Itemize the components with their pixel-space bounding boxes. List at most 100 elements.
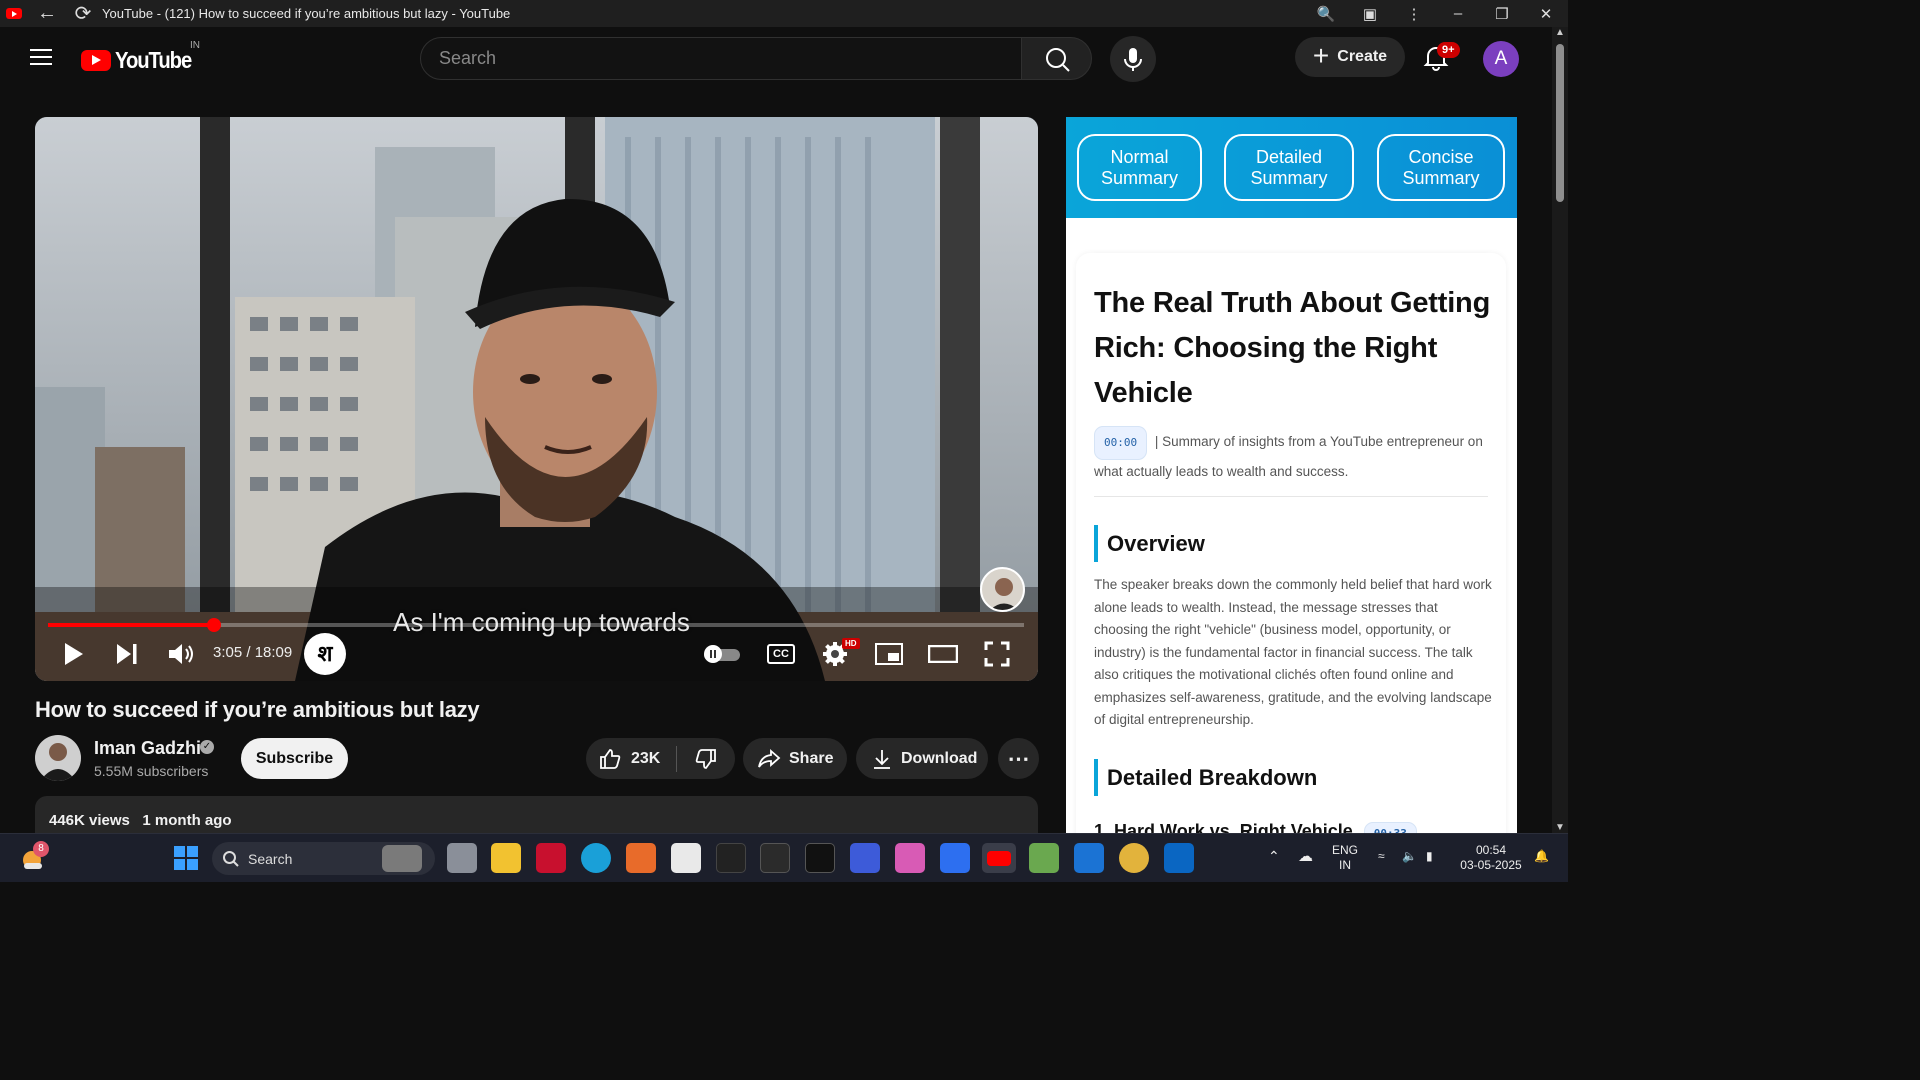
minimize-button[interactable]: – <box>1436 5 1480 22</box>
like-button[interactable]: 23K <box>586 738 676 779</box>
timestamp-badge[interactable]: 00:00 <box>1094 426 1148 460</box>
speaker-icon[interactable]: 🔈 <box>1402 849 1417 864</box>
region-code: IN <box>1339 858 1351 872</box>
voice-search-button[interactable] <box>1110 36 1156 82</box>
thumbs-down-icon <box>695 748 716 769</box>
progress-scrubber[interactable] <box>207 618 221 632</box>
create-label: Create <box>1337 48 1388 65</box>
youtube-header: YouTube IN + Create 9+ A <box>0 27 1552 89</box>
page-scrollbar[interactable]: ▲ ▼ <box>1552 27 1568 833</box>
vscode-icon[interactable] <box>1074 843 1104 873</box>
play-icon[interactable] <box>62 641 86 667</box>
matlab-icon[interactable] <box>626 843 656 873</box>
timestamp-badge[interactable]: 00:33 <box>1363 822 1417 833</box>
like-count: 23K <box>631 749 661 767</box>
more-horizontal-icon: ⋯ <box>1007 745 1030 771</box>
taskbar-search[interactable]: Search <box>212 842 435 875</box>
chrome-icon[interactable] <box>1119 843 1149 873</box>
progress-played <box>48 623 214 627</box>
dev-tool-icon[interactable] <box>716 843 746 873</box>
person-icon <box>35 735 81 781</box>
tab-label-line2: Summary <box>1402 167 1480 188</box>
theater-mode-icon[interactable] <box>928 645 958 663</box>
start-button[interactable] <box>171 843 201 873</box>
youtube-app-icon[interactable] <box>982 843 1016 873</box>
channel-watermark[interactable] <box>980 567 1025 612</box>
close-button[interactable]: ✕ <box>1524 5 1568 23</box>
verified-check-icon: ✓ <box>200 740 214 754</box>
notification-center-icon[interactable]: 🔔 <box>1534 849 1549 864</box>
browser-app-icon[interactable] <box>940 843 970 873</box>
koala-search-highlight-icon <box>382 845 422 872</box>
youtube-logo[interactable]: YouTube IN <box>81 40 202 74</box>
tab-label-line1: Concise <box>1408 146 1474 167</box>
task-view-icon[interactable] <box>447 843 477 873</box>
tab-label-line1: Normal <box>1110 146 1169 167</box>
linkedin-icon[interactable] <box>1164 843 1194 873</box>
edge-browser-icon[interactable] <box>581 843 611 873</box>
channel-avatar[interactable] <box>35 735 81 781</box>
breakdown-item: 1. Hard Work vs. Right Vehicle 00:33 <box>1094 821 1421 833</box>
language-indicator[interactable]: ENG IN <box>1332 843 1358 873</box>
file-explorer-icon[interactable] <box>491 843 521 873</box>
scrollbar-thumb[interactable] <box>1556 44 1564 202</box>
overview-heading: Overview <box>1094 525 1205 562</box>
normal-summary-button[interactable]: Normal Summary <box>1077 134 1202 201</box>
more-actions-button[interactable]: ⋯ <box>998 738 1039 779</box>
summary-heading: The Real Truth About Getting Rich: Choos… <box>1094 287 1491 409</box>
battery-icon[interactable]: ▮ <box>1426 849 1433 864</box>
scroll-up-icon[interactable]: ▲ <box>1555 27 1565 38</box>
notes-app-icon[interactable] <box>805 843 835 873</box>
video-player[interactable] <box>35 117 1038 681</box>
youtube-play-icon <box>81 50 111 71</box>
time-display: 3:05 / 18:09 <box>213 644 293 661</box>
captions-button[interactable]: CC <box>767 644 795 664</box>
wifi-icon[interactable]: ≈ <box>1378 849 1385 864</box>
microsoft-store-icon[interactable] <box>671 843 701 873</box>
copilot-icon[interactable] <box>895 843 925 873</box>
download-icon <box>874 749 890 769</box>
fullscreen-icon[interactable] <box>984 641 1010 667</box>
download-button[interactable]: Download <box>856 738 988 779</box>
maximize-button[interactable]: ❐ <box>1480 5 1524 23</box>
miniplayer-icon[interactable] <box>875 643 903 665</box>
dislike-button[interactable] <box>677 738 735 779</box>
search-input[interactable] <box>421 38 1021 79</box>
divider <box>1094 496 1488 497</box>
windows-logo-icon <box>174 846 198 870</box>
plus-icon: + <box>1312 39 1330 71</box>
mcafee-icon[interactable] <box>536 843 566 873</box>
back-arrow-icon[interactable]: ← <box>36 2 58 25</box>
more-menu-icon[interactable]: ⋮ <box>1392 5 1436 23</box>
search-button[interactable] <box>1021 37 1092 80</box>
detailed-summary-button[interactable]: Detailed Summary <box>1224 134 1354 201</box>
create-button[interactable]: + Create <box>1295 37 1405 77</box>
channel-name[interactable]: Iman Gadzhi <box>94 738 201 759</box>
overview-text: The speaker breaks down the commonly hel… <box>1094 577 1492 727</box>
code-editor-icon[interactable] <box>760 843 790 873</box>
extensions-icon[interactable]: ▣ <box>1348 5 1392 23</box>
account-avatar[interactable]: A <box>1483 41 1519 77</box>
reload-icon[interactable]: ⟳ <box>72 1 94 26</box>
autoplay-toggle[interactable] <box>702 644 742 664</box>
onedrive-cloud-icon[interactable]: ☁ <box>1298 849 1313 864</box>
next-icon[interactable] <box>115 643 139 665</box>
git-app-icon[interactable] <box>1029 843 1059 873</box>
share-button[interactable]: Share <box>743 738 847 779</box>
summary-tab-bar: Normal Summary Detailed Summary Concise Sum… <box>1066 117 1517 218</box>
view-count: 446K views <box>49 812 130 829</box>
window-title-bar: ← ⟳ YouTube - (121) How to succeed if yo… <box>0 0 1568 27</box>
search-icon <box>223 851 239 867</box>
concise-summary-button[interactable]: Concise Summary <box>1377 134 1505 201</box>
volume-icon[interactable] <box>167 641 195 667</box>
tray-overflow-chevron-icon[interactable]: ⌃ <box>1268 849 1280 864</box>
menu-icon[interactable] <box>30 49 52 65</box>
zoom-icon[interactable]: 🔍 <box>1304 5 1348 23</box>
thumbs-up-icon <box>600 748 621 769</box>
network-app-icon[interactable] <box>850 843 880 873</box>
translate-button[interactable]: श <box>304 633 346 675</box>
window-title: YouTube - (121) How to succeed if you’re… <box>102 6 511 21</box>
scroll-down-icon[interactable]: ▼ <box>1555 822 1565 833</box>
subscribe-button[interactable]: Subscribe <box>241 738 348 779</box>
clock[interactable]: 00:54 03-05-2025 <box>1456 843 1526 873</box>
